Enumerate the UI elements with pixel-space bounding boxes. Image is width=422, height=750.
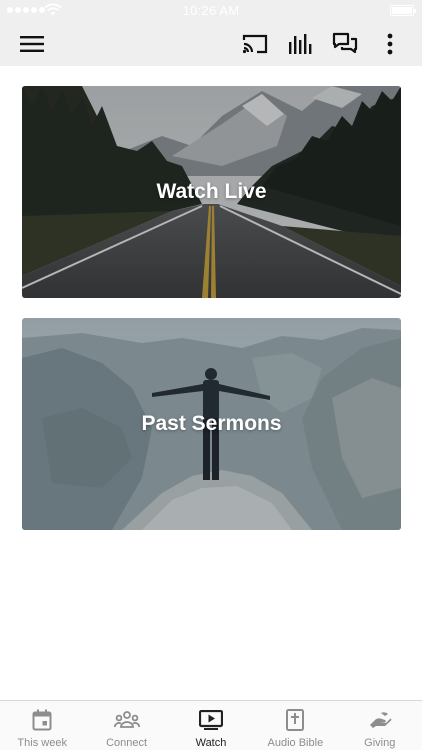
chat-button[interactable] xyxy=(331,30,359,58)
equalizer-icon xyxy=(289,34,312,54)
menu-button[interactable] xyxy=(18,30,46,58)
more-vert-icon xyxy=(387,33,393,55)
watch-live-card[interactable]: Watch Live xyxy=(22,86,401,298)
past-sermons-card[interactable]: Past Sermons xyxy=(22,318,401,530)
tab-giving[interactable]: Giving xyxy=(338,701,422,750)
bible-icon xyxy=(282,708,308,732)
people-icon xyxy=(113,708,140,732)
more-button[interactable] xyxy=(376,30,404,58)
status-bar: 10:26 AM xyxy=(0,0,422,22)
tab-label: Audio Bible xyxy=(267,737,324,749)
menu-icon xyxy=(20,36,44,52)
chat-icon xyxy=(332,32,358,54)
calendar-icon xyxy=(29,708,55,732)
card-title: Watch Live xyxy=(156,180,267,203)
tab-label: Giving xyxy=(364,737,396,749)
cast-icon xyxy=(242,34,268,54)
cast-button[interactable] xyxy=(241,30,269,58)
bottom-tab-bar: This week Connect Watch Audio Bible Givi… xyxy=(0,700,422,750)
tab-audio-bible[interactable]: Audio Bible xyxy=(253,701,337,750)
tab-this-week[interactable]: This week xyxy=(0,701,84,750)
audio-button[interactable] xyxy=(286,30,314,58)
status-time: 10:26 AM xyxy=(182,3,240,18)
tab-watch[interactable]: Watch xyxy=(169,701,253,750)
tab-label: This week xyxy=(17,737,67,749)
top-app-bar xyxy=(0,22,422,66)
battery-icon xyxy=(390,5,416,16)
giving-hand-icon xyxy=(367,708,393,732)
tab-label: Connect xyxy=(106,737,148,749)
tab-connect[interactable]: Connect xyxy=(84,701,168,750)
play-screen-icon xyxy=(198,708,224,732)
tab-label: Watch xyxy=(195,737,227,749)
card-title: Past Sermons xyxy=(141,412,282,435)
